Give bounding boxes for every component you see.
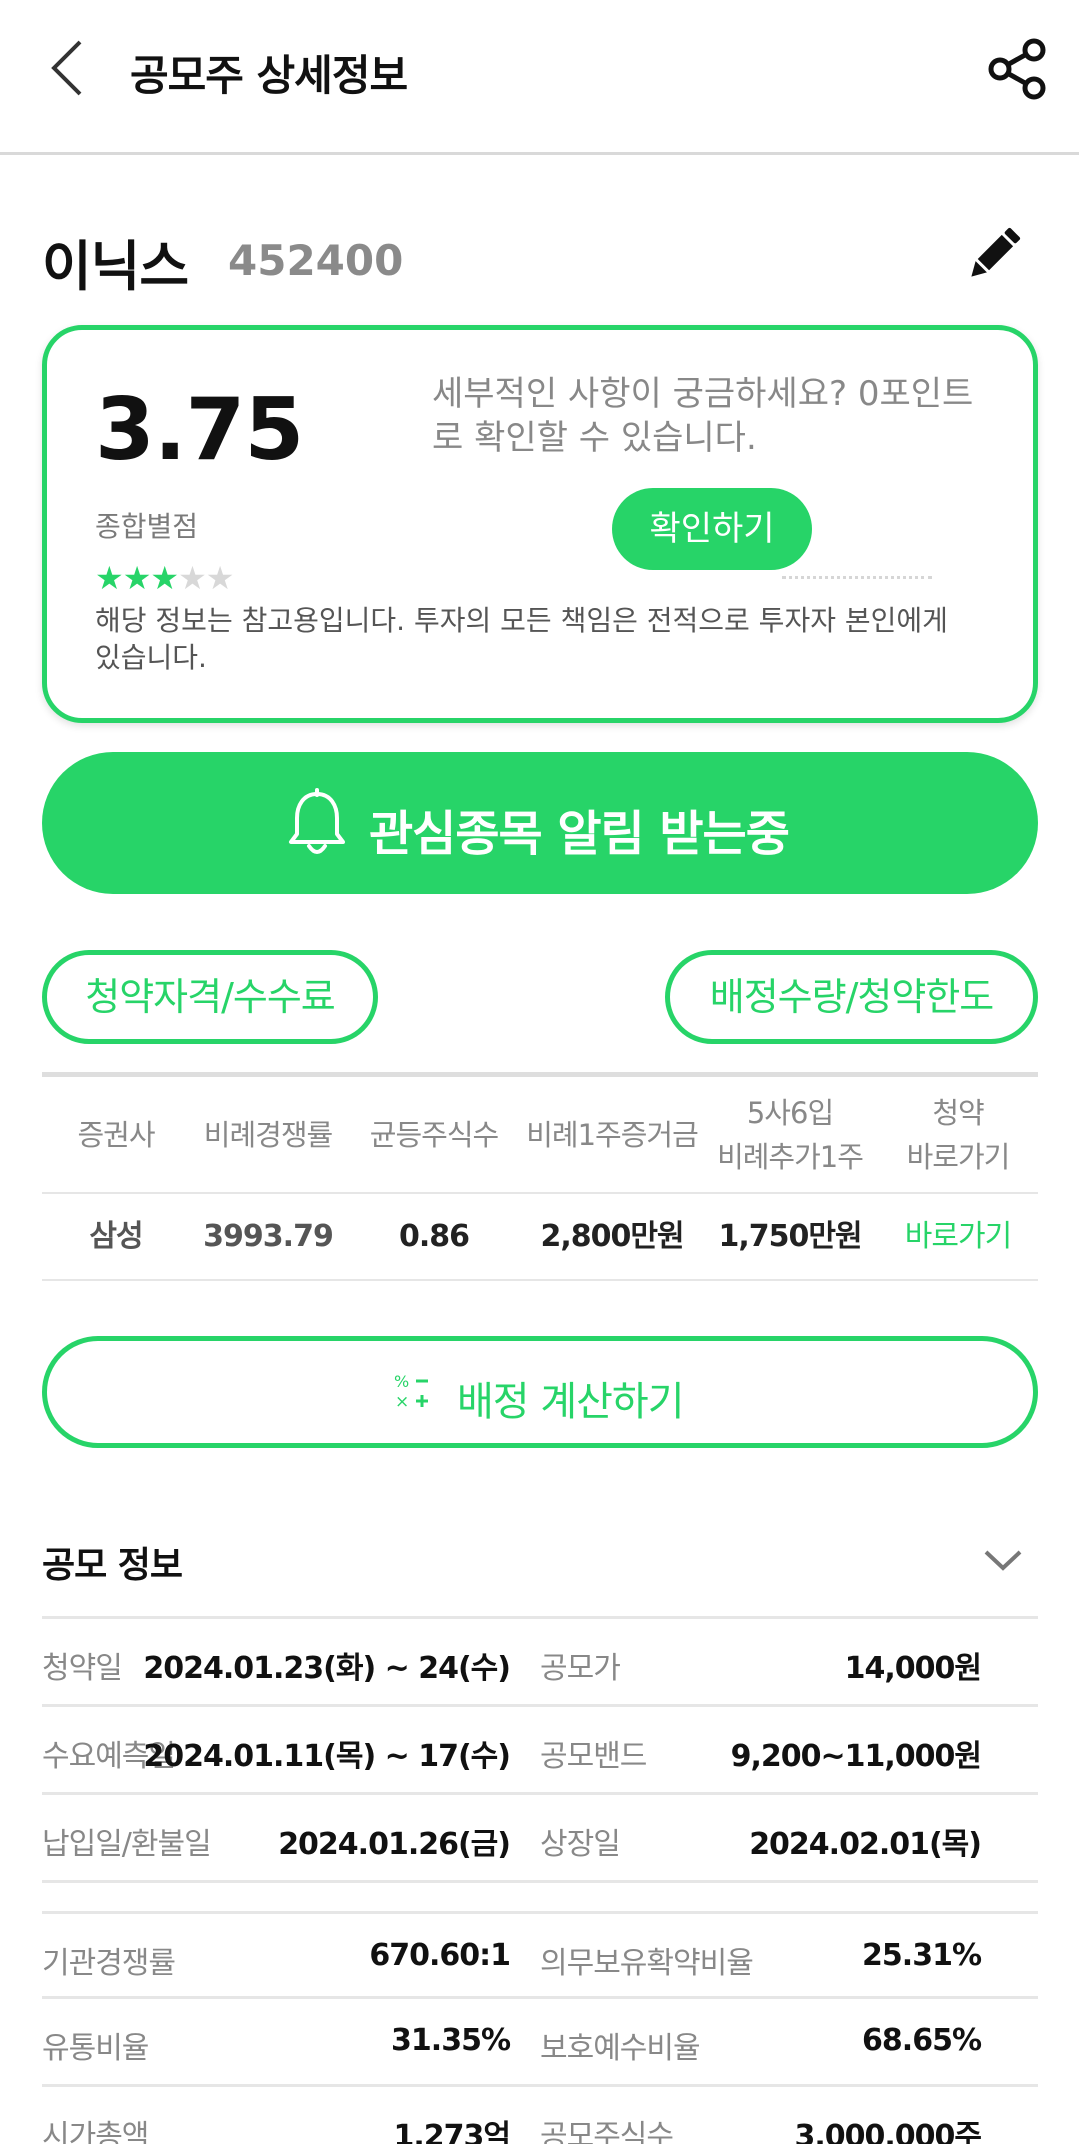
column-header: 비례1주증거금 xyxy=(526,1117,699,1152)
share-icon xyxy=(988,38,1046,100)
disclaimer-text: 해당 정보는 참고용입니다. 투자의 모든 책임은 전적으로 투자자 본인에게 … xyxy=(95,604,948,674)
deposit-cell: 2,800만원 xyxy=(540,1218,684,1254)
info-value: 3,000,000주 xyxy=(794,2119,982,2144)
star-icon: ★ xyxy=(122,559,152,597)
chevron-down-icon xyxy=(984,1550,1022,1571)
info-key: 공모가 xyxy=(540,1651,621,1686)
info-value: 2024.01.26(금) xyxy=(278,1827,511,1862)
star-icon: ★ xyxy=(178,559,207,597)
info-key: 공모밴드 xyxy=(540,1739,647,1774)
collapse-toggle[interactable] xyxy=(982,1546,1024,1576)
info-value: 670.60:1 xyxy=(369,1938,511,1973)
score-card: 3.75 종합별점 ★★★★★ 세부적인 사항이 궁금하세요? 0포인트로 확인… xyxy=(42,325,1038,723)
star-rating: ★★★★★ xyxy=(95,559,235,597)
pencil-icon xyxy=(971,227,1021,277)
table-header-row: 증권사 비례경쟁률 균등주식수 비례1주증거금 5사6입 비례추가1주 청약 바… xyxy=(42,1077,1038,1194)
calc-label: 배정 계산하기 xyxy=(457,1379,685,1425)
extra-share-cell: 1,750만원 xyxy=(718,1218,862,1254)
info-value: 2024.01.11(목) ~ 17(수) xyxy=(143,1739,511,1774)
competition-ratio-cell: 3993.79 xyxy=(203,1218,334,1254)
overall-score: 3.75 xyxy=(95,380,304,480)
calculator-icon: % × xyxy=(394,1372,428,1411)
column-header: 청약 바로가기 xyxy=(906,1095,1011,1174)
equal-shares-cell: 0.86 xyxy=(398,1218,470,1254)
watchlist-alert-button[interactable]: 관심종목 알림 받는중 xyxy=(42,752,1038,894)
column-header: 균등주식수 xyxy=(369,1117,499,1152)
share-button[interactable] xyxy=(984,36,1050,102)
star-icon: ★ xyxy=(205,559,235,597)
detail-question: 세부적인 사항이 궁금하세요? 0포인트로 확인할 수 있습니다. xyxy=(432,374,974,458)
info-key: 상장일 xyxy=(540,1827,621,1862)
svg-text:×: × xyxy=(395,1392,409,1411)
score-label: 종합별점 xyxy=(95,510,199,543)
page-title: 공모주 상세정보 xyxy=(130,51,408,100)
column-header: 비례경쟁률 xyxy=(203,1117,333,1152)
broker-table: 증권사 비례경쟁률 균등주식수 비례1주증거금 5사6입 비례추가1주 청약 바… xyxy=(42,1072,1038,1281)
top-bar: 공모주 상세정보 xyxy=(0,0,1079,155)
info-value: 68.65% xyxy=(862,2023,982,2058)
back-button[interactable] xyxy=(44,36,94,100)
info-value: 2024.01.23(화) ~ 24(수) xyxy=(143,1651,511,1686)
info-key: 청약일 xyxy=(42,1651,123,1686)
allocation-calc-button[interactable]: % × 배정 계산하기 xyxy=(42,1336,1038,1448)
eligibility-fee-button[interactable]: 청약자격/수수료 xyxy=(42,950,378,1044)
alert-label: 관심종목 알림 받는중 xyxy=(369,806,790,862)
stock-name: 이닉스 xyxy=(42,235,189,298)
info-value: 2024.02.01(목) xyxy=(749,1827,982,1862)
info-key: 납입일/환불일 xyxy=(42,1827,212,1862)
info-value: 9,200~11,000원 xyxy=(730,1739,982,1774)
column-header: 증권사 xyxy=(77,1117,155,1152)
star-icon: ★ xyxy=(95,559,124,597)
info-row: 기관경쟁률 670.60:1 의무보유확약비율 25.31% xyxy=(42,1911,1038,1999)
star-icon: ★ xyxy=(150,559,179,597)
info-value: 31.35% xyxy=(391,2023,511,2058)
confirm-button[interactable]: 확인하기 xyxy=(612,488,812,570)
info-row: 청약일 2024.01.23(화) ~ 24(수) 공모가 14,000원 xyxy=(42,1619,1038,1707)
info-key: 시가총액 xyxy=(42,2119,149,2144)
info-row: 시가총액 1,273억 공모주식수 3,000,000주 xyxy=(42,2087,1038,2144)
broker-cell: 삼성 xyxy=(89,1218,143,1254)
info-row: 납입일/환불일 2024.01.26(금) 상장일 2024.02.01(목) xyxy=(42,1795,1038,1883)
info-key: 기관경쟁률 xyxy=(42,1946,176,1981)
info-key: 의무보유확약비율 xyxy=(540,1946,754,1981)
offering-info-table: 청약일 2024.01.23(화) ~ 24(수) 공모가 14,000원 수요… xyxy=(42,1616,1038,2144)
info-value: 14,000원 xyxy=(844,1651,982,1686)
info-row: 수요예측일 2024.01.11(목) ~ 17(수) 공모밴드 9,200~1… xyxy=(42,1707,1038,1795)
section-title: 공모 정보 xyxy=(42,1545,183,1586)
info-row: 유통비율 31.35% 보호예수비율 68.65% xyxy=(42,1999,1038,2087)
chevron-left-icon xyxy=(51,40,82,96)
bell-icon xyxy=(289,788,345,854)
allocation-limit-button[interactable]: 배정수량/청약한도 xyxy=(665,950,1038,1044)
info-key: 보호예수비율 xyxy=(540,2031,701,2066)
info-key: 유통비율 xyxy=(42,2031,149,2066)
svg-text:%: % xyxy=(394,1372,409,1391)
table-row: 삼성 3993.79 0.86 2,800만원 1,750만원 바로가기 xyxy=(42,1194,1038,1281)
go-subscribe-link[interactable]: 바로가기 xyxy=(878,1215,1038,1259)
info-key: 공모주식수 xyxy=(540,2119,674,2144)
column-header: 5사6입 비례추가1주 xyxy=(717,1095,864,1174)
edit-button[interactable] xyxy=(962,222,1026,286)
stock-code: 452400 xyxy=(228,236,404,285)
info-value: 1,273억 xyxy=(393,2119,511,2144)
info-value: 25.31% xyxy=(862,1938,982,1973)
dotted-divider xyxy=(782,576,932,579)
